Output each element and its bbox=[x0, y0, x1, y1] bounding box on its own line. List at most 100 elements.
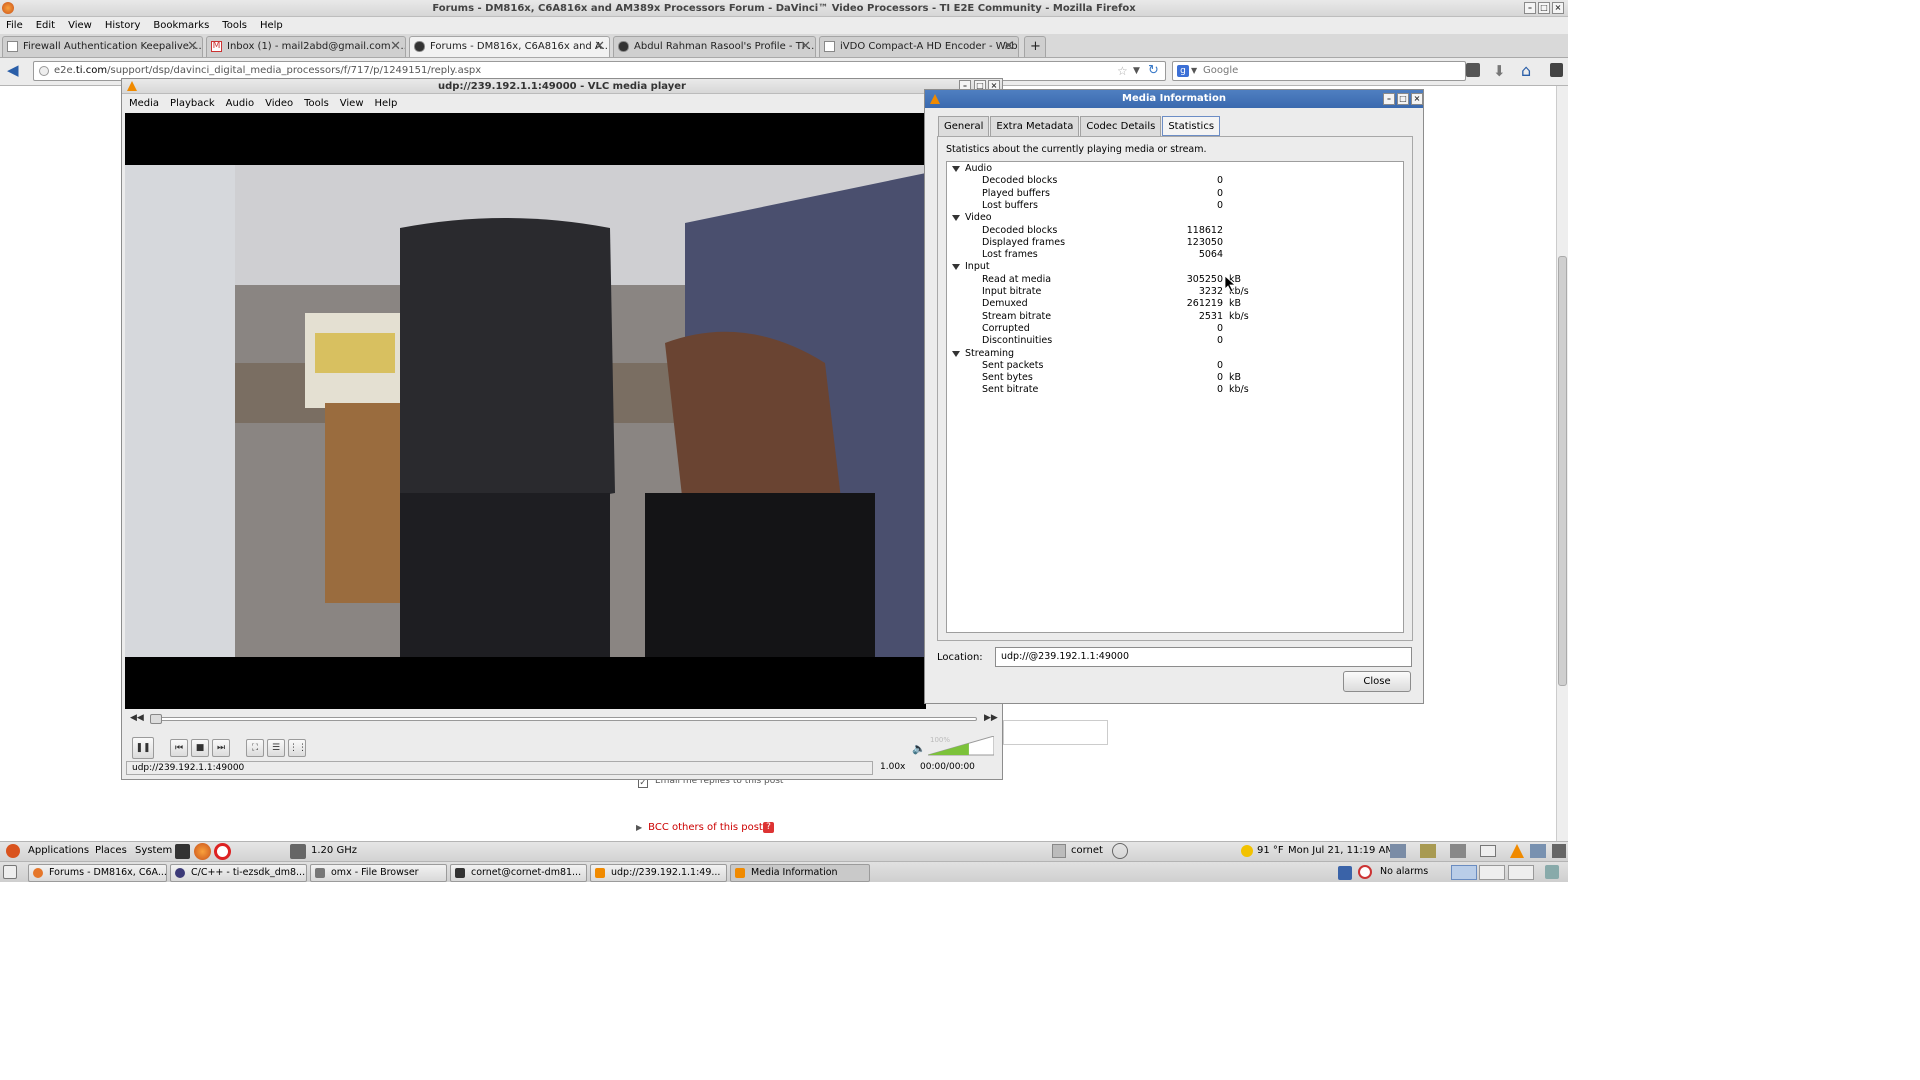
vlc-menu-view[interactable]: View bbox=[340, 98, 364, 109]
playlist-button[interactable]: ☰ bbox=[267, 739, 285, 757]
power-icon[interactable] bbox=[1112, 843, 1128, 859]
tab-profile[interactable]: Abdul Rahman Rasool's Profile - TI ... ✕ bbox=[613, 36, 816, 57]
pause-button[interactable]: ❚❚ bbox=[132, 737, 154, 759]
home-icon[interactable]: ⌂ bbox=[1521, 61, 1531, 80]
video-frame[interactable] bbox=[125, 113, 926, 709]
alarm-clock-icon[interactable] bbox=[1358, 865, 1372, 879]
collapse-triangle-icon[interactable] bbox=[952, 264, 960, 271]
menu-view[interactable]: View bbox=[68, 20, 92, 31]
applications-menu[interactable]: Applications bbox=[28, 845, 89, 856]
addon-icon[interactable] bbox=[1550, 63, 1563, 77]
site-identity-icon[interactable] bbox=[39, 66, 49, 76]
clock[interactable]: Mon Jul 21, 11:19 AM bbox=[1288, 845, 1394, 856]
collapse-triangle-icon[interactable] bbox=[952, 350, 960, 357]
menu-bookmarks[interactable]: Bookmarks bbox=[153, 20, 209, 31]
close-tab-icon[interactable]: ✕ bbox=[390, 37, 401, 57]
close-window-button[interactable]: × bbox=[1552, 2, 1564, 14]
collapse-triangle-icon[interactable] bbox=[952, 166, 960, 172]
previous-button[interactable]: ⏮ bbox=[170, 739, 188, 757]
next-button[interactable]: ⏭ bbox=[212, 739, 230, 757]
tab-general[interactable]: General bbox=[938, 116, 990, 136]
seek-bar[interactable] bbox=[150, 714, 977, 724]
close-tab-icon[interactable]: ✕ bbox=[594, 37, 605, 57]
faster-icon[interactable]: ▶▶ bbox=[984, 713, 998, 723]
maximize-button[interactable]: □ bbox=[1538, 2, 1550, 14]
download-icon[interactable]: ⬇ bbox=[1493, 62, 1506, 80]
network-icon[interactable] bbox=[1390, 844, 1406, 858]
playback-speed[interactable]: 1.00x bbox=[877, 761, 913, 775]
binoculars-icon[interactable] bbox=[1466, 63, 1480, 77]
page-scrollbar[interactable] bbox=[1556, 86, 1568, 841]
menu-help[interactable]: Help bbox=[260, 20, 283, 31]
volume-slider[interactable]: 100% bbox=[927, 735, 995, 756]
fullscreen-button[interactable]: ⛶ bbox=[246, 739, 264, 757]
vlc-menu-tools[interactable]: Tools bbox=[304, 98, 329, 109]
dialog-close-icon[interactable]: × bbox=[1411, 93, 1423, 105]
vlc-menu-video[interactable]: Video bbox=[265, 98, 293, 109]
engine-dropdown-icon[interactable]: ▼ bbox=[1191, 62, 1197, 80]
google-search-engine-icon[interactable]: g bbox=[1177, 65, 1189, 77]
extended-settings-button[interactable]: ⋮⋮ bbox=[288, 739, 307, 757]
bcc-option[interactable]: ▶ BCC others of this post ? bbox=[636, 822, 774, 833]
task-media-information[interactable]: Media Information bbox=[730, 864, 870, 882]
keyboard-tray-icon[interactable] bbox=[1530, 844, 1546, 858]
page-text-field[interactable] bbox=[1003, 720, 1108, 745]
workspace-3[interactable] bbox=[1508, 865, 1534, 880]
scrollbar-thumb[interactable] bbox=[1558, 256, 1567, 686]
speaker-icon[interactable]: 🔈 bbox=[912, 742, 926, 755]
dialog-maximize-button[interactable]: □ bbox=[1397, 93, 1409, 105]
close-button[interactable]: Close bbox=[1343, 671, 1411, 692]
url-dropdown-icon[interactable]: ▼ bbox=[1133, 62, 1140, 80]
new-tab-button[interactable]: + bbox=[1024, 36, 1046, 57]
location-field[interactable]: udp://@239.192.1.1:49000 bbox=[995, 647, 1412, 667]
slower-icon[interactable]: ◀◀ bbox=[130, 713, 144, 723]
task-terminal[interactable]: cornet@cornet-dm81... bbox=[450, 864, 587, 882]
places-menu[interactable]: Places bbox=[95, 845, 127, 856]
tab-forums[interactable]: Forums - DM816x, C6A816x and A... ✕ bbox=[409, 36, 610, 57]
volume-tray-icon[interactable] bbox=[1450, 844, 1466, 858]
time-display[interactable]: 00:00/00:00 bbox=[917, 761, 987, 775]
calendar-icon[interactable] bbox=[1338, 866, 1352, 880]
menu-edit[interactable]: Edit bbox=[36, 20, 55, 31]
close-tab-icon[interactable]: ✕ bbox=[1003, 37, 1014, 57]
user-name[interactable]: cornet bbox=[1071, 845, 1103, 856]
collapse-triangle-icon[interactable] bbox=[952, 215, 960, 222]
vlc-menu-help[interactable]: Help bbox=[375, 98, 398, 109]
seek-handle[interactable] bbox=[150, 714, 162, 724]
mail-icon[interactable] bbox=[1480, 845, 1496, 857]
help-icon[interactable]: ? bbox=[763, 822, 774, 833]
vlc-menu-audio[interactable]: Audio bbox=[226, 98, 254, 109]
task-file-browser[interactable]: omx - File Browser bbox=[310, 864, 447, 882]
tab-ivdo[interactable]: iVDO Compact-A HD Encoder - Web... ✕ bbox=[819, 36, 1019, 57]
weather-temperature[interactable]: 91 °F bbox=[1257, 845, 1284, 856]
vlc-menu-media[interactable]: Media bbox=[129, 98, 159, 109]
bookmark-star-icon[interactable]: ☆ bbox=[1117, 62, 1128, 80]
show-desktop-icon[interactable] bbox=[3, 865, 17, 879]
firefox-launcher-icon[interactable] bbox=[194, 843, 211, 860]
task-vlc[interactable]: udp://239.192.1.1:49... bbox=[590, 864, 727, 882]
task-eclipse[interactable]: C/C++ - ti-ezsdk_dm8... bbox=[170, 864, 307, 882]
task-firefox[interactable]: Forums - DM816x, C6A... bbox=[28, 864, 167, 882]
chat-tray-icon[interactable] bbox=[1552, 844, 1566, 858]
statistics-tree[interactable]: Audio Decoded blocks 0 Played buffers 0 Lost … bbox=[946, 161, 1404, 633]
dialog-minimize-button[interactable]: – bbox=[1383, 93, 1395, 105]
tab-inbox[interactable]: M Inbox (1) - mail2abd@gmail.com - ... ✕ bbox=[206, 36, 406, 57]
menu-file[interactable]: File bbox=[6, 20, 23, 31]
vlc-menu-playback[interactable]: Playback bbox=[170, 98, 215, 109]
search-bar[interactable]: g ▼ Google bbox=[1172, 61, 1466, 81]
cpu-frequency[interactable]: 1.20 GHz bbox=[311, 845, 357, 856]
reload-icon[interactable]: ↻ bbox=[1148, 62, 1159, 80]
vlc-tray-icon[interactable] bbox=[1510, 844, 1524, 858]
close-tab-icon[interactable]: ✕ bbox=[187, 37, 198, 57]
tab-firewall[interactable]: Firewall Authentication Keepalive ... ✕ bbox=[2, 36, 203, 57]
minimize-button[interactable]: – bbox=[1524, 2, 1536, 14]
help-launcher-icon[interactable] bbox=[214, 843, 231, 860]
close-tab-icon[interactable]: ✕ bbox=[800, 37, 811, 57]
workspace-2[interactable] bbox=[1479, 865, 1505, 880]
menu-history[interactable]: History bbox=[105, 20, 141, 31]
tab-codec-details[interactable]: Codec Details bbox=[1080, 116, 1162, 136]
alarms-status[interactable]: No alarms bbox=[1380, 866, 1428, 877]
trash-icon[interactable] bbox=[1545, 865, 1559, 879]
stop-button[interactable]: ■ bbox=[191, 739, 209, 757]
tab-statistics[interactable]: Statistics bbox=[1162, 116, 1221, 136]
